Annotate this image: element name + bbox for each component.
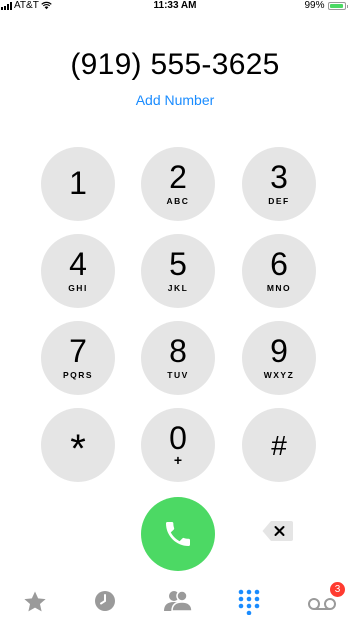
voicemail-icon bbox=[308, 598, 336, 610]
delete-button[interactable] bbox=[262, 520, 294, 542]
key-digit: * bbox=[70, 427, 86, 471]
key-letters: TUV bbox=[167, 370, 189, 380]
key-digit: 3 bbox=[270, 159, 288, 195]
key-digit: 9 bbox=[270, 333, 288, 369]
key-hash[interactable]: # bbox=[242, 408, 316, 482]
key-letters: GHI bbox=[68, 283, 88, 293]
contacts-icon bbox=[164, 590, 193, 612]
delete-backspace-icon bbox=[262, 521, 293, 541]
battery-percent: 99% bbox=[304, 0, 325, 11]
key-2[interactable]: 2 ABC bbox=[141, 147, 215, 221]
key-letters: WXYZ bbox=[263, 370, 295, 380]
key-3[interactable]: 3 DEF bbox=[242, 147, 316, 221]
key-9[interactable]: 9 WXYZ bbox=[242, 321, 316, 395]
key-7[interactable]: 7 PQRS bbox=[41, 321, 115, 395]
phone-icon bbox=[166, 522, 190, 546]
dialed-number: (919) 555-3625 bbox=[70, 48, 280, 81]
key-5[interactable]: 5 JKL bbox=[141, 234, 215, 308]
tab-contacts[interactable] bbox=[148, 581, 208, 625]
battery-icon bbox=[327, 1, 348, 10]
tab-voicemail[interactable]: 3 bbox=[292, 581, 350, 625]
add-number-row: Add Number bbox=[0, 92, 350, 108]
key-digit: # bbox=[271, 430, 287, 461]
key-star[interactable]: * bbox=[41, 408, 115, 482]
key-digit: 7 bbox=[69, 333, 87, 369]
tab-favorites[interactable] bbox=[5, 581, 65, 625]
voicemail-badge: 3 bbox=[330, 582, 345, 597]
status-bar: AT&T 11:33 AM 99% bbox=[0, 0, 350, 12]
status-right: 99% bbox=[304, 0, 348, 11]
key-digit: 4 bbox=[69, 246, 87, 282]
key-digit: 1 bbox=[69, 165, 87, 201]
tab-keypad[interactable] bbox=[219, 581, 279, 625]
key-digit: 0 bbox=[169, 420, 187, 456]
key-6[interactable]: 6 MNO bbox=[242, 234, 316, 308]
key-4[interactable]: 4 GHI bbox=[41, 234, 115, 308]
key-digit: 5 bbox=[169, 246, 187, 282]
battery-fill bbox=[329, 4, 344, 8]
tab-bar: 3 bbox=[0, 581, 350, 625]
add-number-link[interactable]: Add Number bbox=[136, 92, 215, 108]
key-digit: 2 bbox=[169, 159, 187, 195]
key-letters: ABC bbox=[166, 196, 190, 206]
key-8[interactable]: 8 TUV bbox=[141, 321, 215, 395]
key-digit: 6 bbox=[270, 246, 288, 282]
key-letters: DEF bbox=[268, 196, 290, 206]
key-0[interactable]: 0 + bbox=[141, 408, 215, 482]
key-letters: PQRS bbox=[62, 370, 94, 380]
status-time: 11:33 AM bbox=[153, 0, 197, 11]
key-1[interactable]: 1 bbox=[41, 147, 115, 221]
star-icon bbox=[24, 591, 46, 612]
key-digit: 8 bbox=[169, 333, 187, 369]
key-letters: + bbox=[173, 452, 183, 468]
tab-recents[interactable] bbox=[75, 581, 135, 625]
call-button[interactable] bbox=[141, 497, 215, 571]
clock-icon bbox=[95, 591, 115, 611]
keypad-grid-icon bbox=[238, 589, 260, 615]
key-letters: JKL bbox=[167, 283, 189, 293]
key-letters: MNO bbox=[266, 283, 292, 293]
